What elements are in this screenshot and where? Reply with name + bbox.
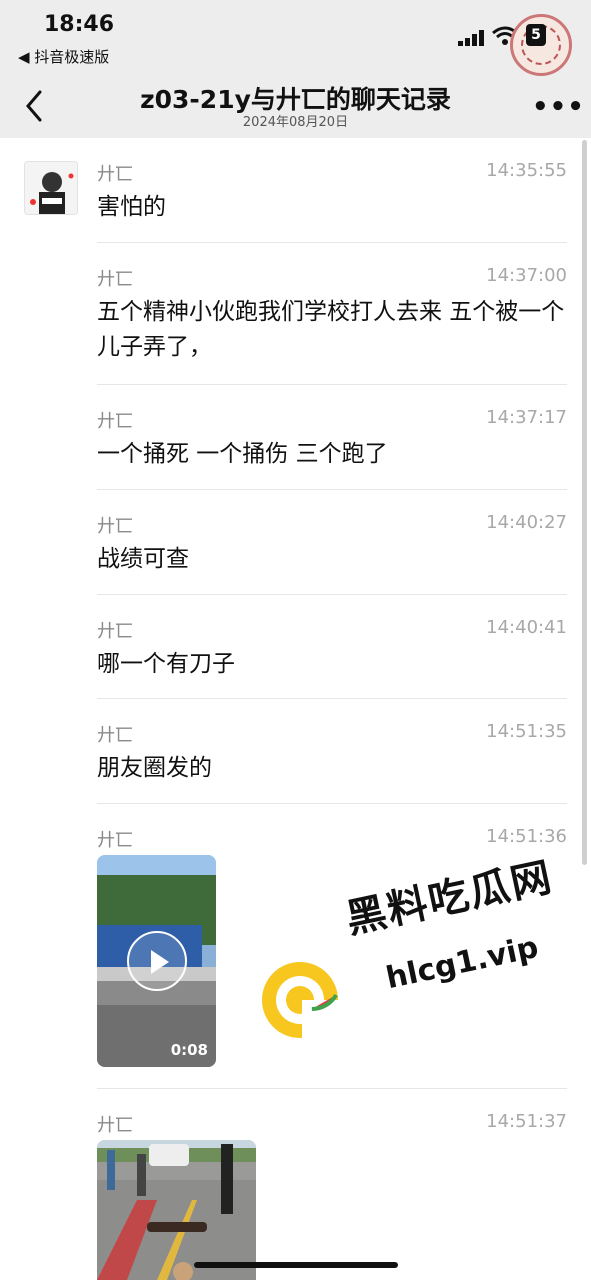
divider: [97, 1088, 567, 1089]
message-time: 14:40:41: [486, 617, 567, 638]
status-time: 18:46: [44, 12, 115, 37]
list-item: 廾匸 14:51:37: [97, 1111, 567, 1137]
list-item: 廾匸 14:40:27 战绩可查: [97, 512, 567, 582]
message-sender: 廾匸: [97, 621, 133, 642]
message-sender: 廾匸: [97, 725, 133, 746]
play-icon[interactable]: [127, 931, 187, 991]
message-sender: 廾匸: [97, 411, 133, 432]
message-sender: 廾匸: [97, 516, 133, 537]
scrollbar[interactable]: [582, 140, 587, 865]
message-text: 朋友圈发的: [97, 755, 212, 781]
list-item: 廾匸 14:35:55 害怕的: [97, 160, 567, 230]
message-text: 一个捅死 一个捅伤 三个跑了: [97, 441, 388, 467]
list-item: 廾匸 14:40:41 哪一个有刀子: [97, 617, 567, 687]
signal-icon: [458, 30, 484, 46]
watermark-logo-icon: [262, 962, 342, 1042]
message-text: 害怕的: [97, 194, 166, 220]
message-time: 14:51:35: [486, 721, 567, 742]
divider: [97, 803, 567, 804]
divider: [97, 594, 567, 595]
video-duration: 0:08: [170, 1041, 208, 1059]
avatar-image: [25, 162, 77, 214]
video-message[interactable]: 0:08: [97, 855, 216, 1067]
message-time: 14:40:27: [486, 512, 567, 533]
avatar[interactable]: [24, 161, 78, 215]
more-options-button[interactable]: •••: [532, 92, 585, 122]
message-sender: 廾匸: [97, 830, 133, 851]
message-sender: 廾匸: [97, 269, 133, 290]
message-time: 14:35:55: [486, 160, 567, 181]
message-time: 14:51:36: [486, 826, 567, 847]
divider: [97, 489, 567, 490]
photo-thumbnail: [97, 1140, 256, 1280]
message-time: 14:37:00: [486, 265, 567, 286]
return-to-app-link[interactable]: ◀ 抖音极速版: [18, 46, 109, 67]
watermark-url: hlcg1.vip: [383, 929, 542, 997]
list-item: 廾匸 14:37:17 一个捅死 一个捅伤 三个跑了: [97, 407, 567, 477]
message-text: 战绩可查: [97, 546, 189, 572]
message-time: 14:37:17: [486, 407, 567, 428]
message-sender: 廾匸: [97, 164, 133, 185]
message-text: 哪一个有刀子: [97, 651, 235, 677]
divider: [97, 242, 567, 243]
divider: [97, 698, 567, 699]
list-item: 廾匸 14:51:36: [97, 826, 567, 852]
image-message[interactable]: [97, 1140, 256, 1280]
message-sender: 廾匸: [97, 1115, 133, 1136]
divider: [97, 384, 567, 385]
battery-icon: 5: [526, 24, 546, 46]
list-item: 廾匸 14:51:35 朋友圈发的: [97, 721, 567, 791]
list-item: 廾匸 14:37:00 五个精神小伙跑我们学校打人去来 五个被一个儿子弄了，: [97, 265, 567, 370]
message-text: 五个精神小伙跑我们学校打人去来 五个被一个儿子弄了，: [97, 299, 565, 360]
home-indicator[interactable]: [194, 1262, 398, 1268]
page-subtitle: 2024年08月20日: [242, 115, 349, 130]
message-time: 14:51:37: [486, 1111, 567, 1132]
watermark-text: 黑料吃瓜网: [342, 854, 558, 943]
